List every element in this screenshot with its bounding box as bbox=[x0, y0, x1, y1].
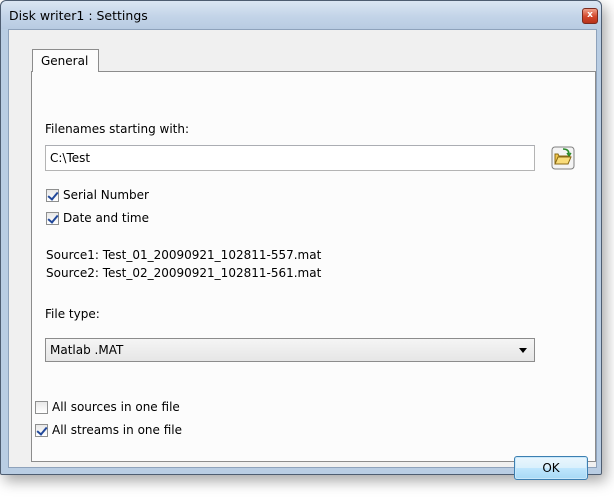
close-button[interactable]: x bbox=[582, 8, 598, 24]
ok-button[interactable]: OK bbox=[514, 456, 588, 480]
dialog-client-area: General Filenames starting with: C:\Test… bbox=[8, 29, 597, 480]
ok-button-label: OK bbox=[542, 461, 560, 475]
file-type-label: File type: bbox=[45, 307, 100, 321]
general-tab-panel: Filenames starting with: C:\Test Serial … bbox=[31, 71, 596, 462]
serial-number-checkbox[interactable] bbox=[46, 189, 59, 202]
filename-prefix-input[interactable]: C:\Test bbox=[45, 145, 535, 171]
window-title: Disk writer1 : Settings bbox=[9, 8, 148, 23]
filenames-label: Filenames starting with: bbox=[45, 122, 189, 136]
source2-filename-preview: Source2: Test_02_20090921_102811-561.mat bbox=[46, 266, 322, 280]
file-type-select[interactable]: Matlab .MAT bbox=[45, 338, 535, 362]
date-time-checkbox[interactable] bbox=[46, 212, 59, 225]
all-streams-checkbox[interactable] bbox=[35, 424, 48, 437]
all-sources-label: All sources in one file bbox=[52, 400, 180, 414]
date-time-label: Date and time bbox=[63, 211, 149, 225]
open-folder-icon bbox=[551, 146, 575, 170]
tab-general-label: General bbox=[41, 54, 89, 68]
chevron-down-icon bbox=[519, 348, 527, 353]
filename-prefix-value: C:\Test bbox=[50, 151, 91, 165]
settings-dialog: Disk writer1 : Settings x General Filena… bbox=[0, 0, 602, 480]
file-type-selected-value: Matlab .MAT bbox=[50, 343, 124, 357]
all-sources-checkbox[interactable] bbox=[35, 401, 48, 414]
close-icon: x bbox=[587, 10, 593, 20]
source1-filename-preview: Source1: Test_01_20090921_102811-557.mat bbox=[46, 248, 322, 262]
browse-folder-button[interactable] bbox=[551, 146, 575, 170]
title-bar[interactable]: Disk writer1 : Settings x bbox=[1, 1, 601, 29]
all-streams-label: All streams in one file bbox=[52, 423, 182, 437]
tab-general[interactable]: General bbox=[32, 49, 99, 72]
serial-number-label: Serial Number bbox=[63, 188, 149, 202]
